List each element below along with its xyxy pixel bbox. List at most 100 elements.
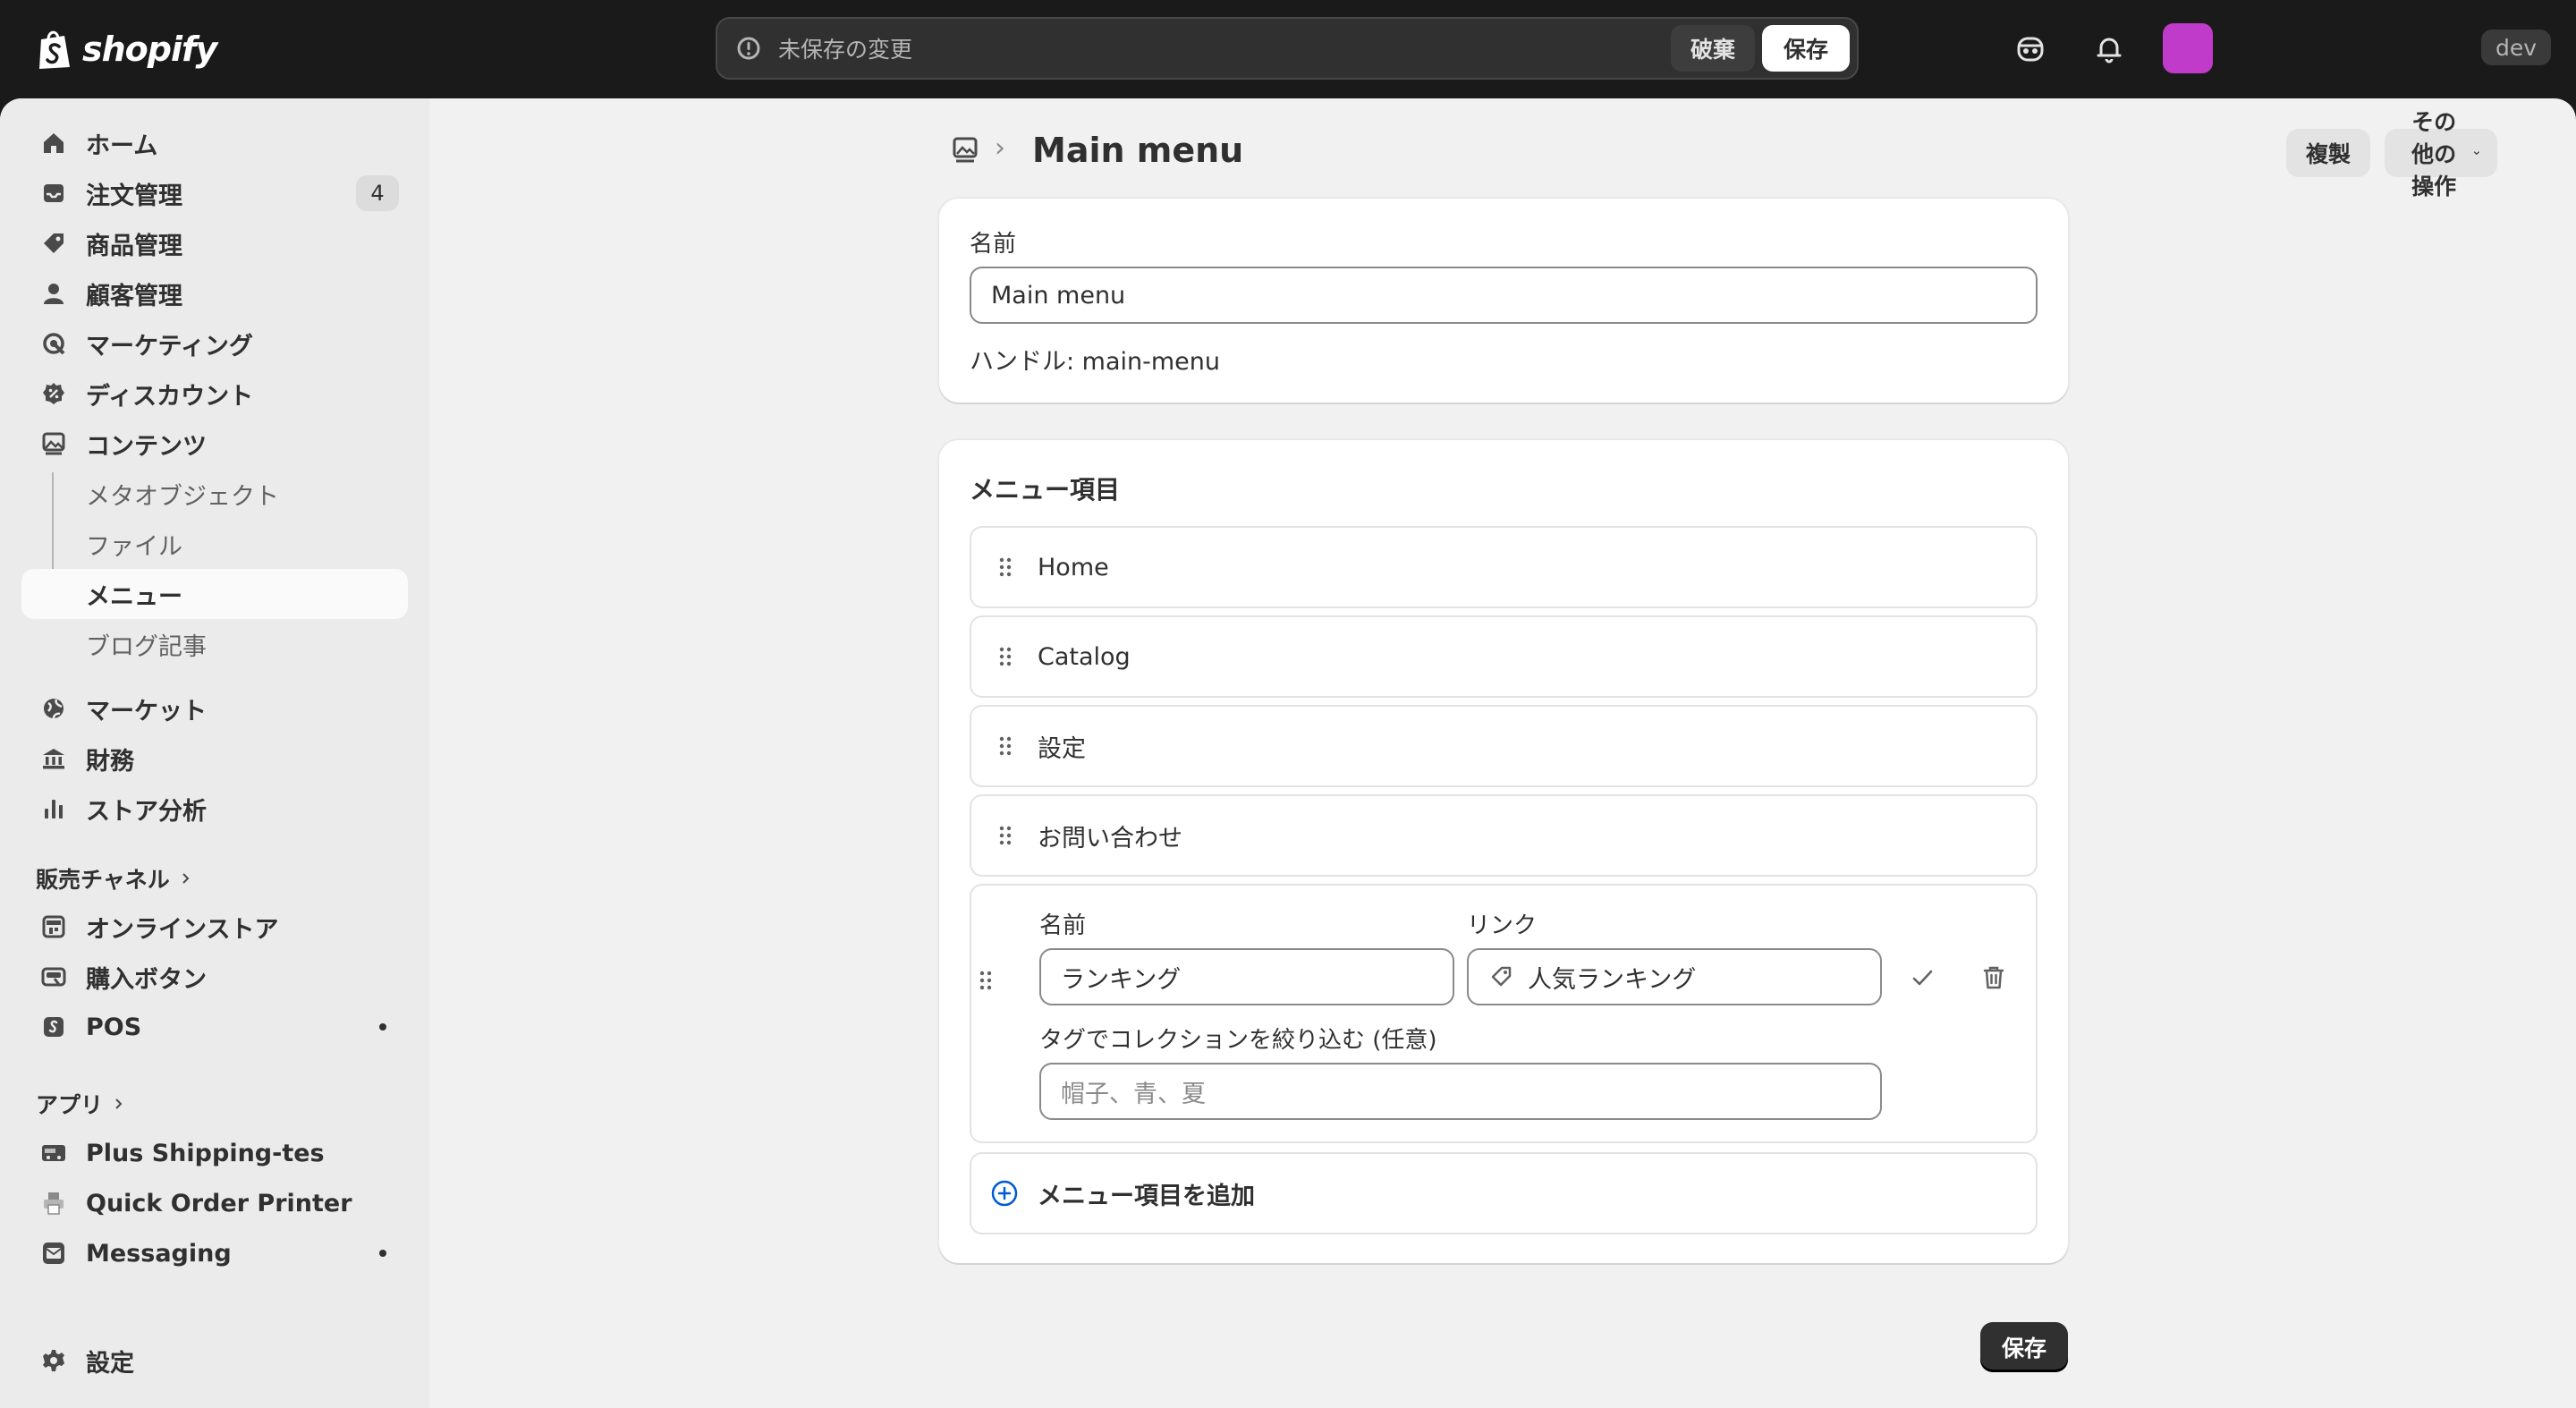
home-icon	[38, 127, 70, 159]
sidebar-item-label: 購入ボタン	[86, 965, 207, 994]
drag-handle-icon[interactable]	[996, 644, 1014, 669]
sales-channels-heading[interactable]: 販売チャネル	[36, 862, 193, 895]
sidebar-item-label: 顧客管理	[86, 282, 182, 310]
orders-count-badge: 4	[356, 175, 399, 211]
sidebar-item-label: POS	[86, 1013, 142, 1041]
chevron-down-icon	[2474, 151, 2480, 156]
sidebar-item-settings[interactable]: 設定	[21, 1336, 408, 1386]
menu-name-value: Main menu	[991, 281, 1126, 310]
sidebar-item-label: ファイル	[86, 532, 182, 561]
drag-handle-icon[interactable]	[996, 823, 1014, 848]
brand-name: shopify	[82, 30, 217, 69]
sidebar-item-label: Messaging	[86, 1239, 232, 1268]
shopify-logo[interactable]: shopify	[36, 25, 217, 73]
sidekick-icon[interactable]	[2011, 30, 2050, 69]
menu-item-label: Catalog	[1038, 642, 1131, 671]
sidebar-item-label: メタオブジェクト	[86, 482, 279, 511]
item-name-input[interactable]: ランキング	[1039, 948, 1454, 1005]
item-link-input[interactable]: 人気ランキング	[1467, 948, 1882, 1005]
sidebar-item-products[interactable]: 商品管理	[21, 218, 408, 268]
sidebar-item-label: オンラインストア	[86, 915, 279, 944]
item-link-value: 人気ランキング	[1528, 965, 1697, 994]
chart-icon	[38, 793, 70, 825]
tag-icon	[38, 227, 70, 259]
sales-channels-label: 販売チャネル	[36, 867, 170, 893]
target-icon	[38, 327, 70, 360]
inbox-icon	[38, 177, 70, 209]
sidebar-item-label: メニュー	[86, 582, 182, 611]
main-content: › Main menu 複製 その他の操作 名前 Main menu ハンドル:…	[429, 98, 2576, 1408]
sidebar-item-label: ディスカウント	[86, 382, 254, 411]
shopify-bag-icon	[39, 30, 70, 69]
content-breadcrumb-icon[interactable]	[948, 132, 984, 168]
printer-icon	[38, 1187, 70, 1219]
menu-item-row[interactable]: Catalog	[970, 615, 2038, 698]
person-icon	[38, 277, 70, 310]
sidebar-item-orders[interactable]: 注文管理 4	[21, 168, 408, 218]
check-icon[interactable]	[1907, 963, 1937, 993]
menu-name-card: 名前 Main menu ハンドル: main-menu	[939, 199, 2068, 403]
more-actions-button[interactable]: その他の操作	[2385, 109, 2497, 199]
truck-icon	[38, 1137, 70, 1169]
sidebar-item-label: マーケティング	[86, 332, 253, 360]
apps-heading[interactable]: アプリ	[36, 1088, 126, 1120]
save-button-top[interactable]: 保存	[1761, 25, 1850, 72]
sidebar-item-buy-button[interactable]: 購入ボタン	[21, 952, 408, 1002]
menu-item-row[interactable]: Home	[970, 526, 2038, 608]
sidebar-item-menus[interactable]: メニュー	[21, 569, 408, 619]
sidebar-item-metaobjects[interactable]: メタオブジェクト	[21, 469, 408, 519]
main-frame: ホーム 注文管理 4 商品管理 顧客管理 マーケティング ディスカウント コンテ…	[0, 98, 2576, 1408]
globe-icon	[38, 692, 70, 725]
trash-icon[interactable]	[1979, 963, 2009, 993]
sidebar-item-home[interactable]: ホーム	[21, 118, 408, 168]
item-name-value: ランキング	[1061, 965, 1182, 994]
top-bar: shopify 未保存の変更 破棄 保存 dev	[0, 0, 2576, 98]
sidebar: ホーム 注文管理 4 商品管理 顧客管理 マーケティング ディスカウント コンテ…	[0, 98, 429, 1408]
menu-item-label: Home	[1038, 553, 1109, 581]
bell-icon[interactable]	[2089, 30, 2129, 69]
bank-icon	[38, 742, 70, 775]
save-button-bottom[interactable]: 保存	[1980, 1322, 2069, 1372]
gear-icon	[38, 1344, 70, 1377]
menu-item-row[interactable]: お問い合わせ	[970, 794, 2038, 877]
store-icon	[38, 911, 70, 943]
duplicate-button[interactable]: 複製	[2286, 129, 2371, 177]
chevron-right-icon	[182, 873, 190, 884]
drag-handle-icon[interactable]	[977, 968, 995, 993]
plus-circle-icon	[991, 1180, 1018, 1207]
pos-icon	[38, 1011, 70, 1043]
tag-filter-input[interactable]: 帽子、青、夏	[1039, 1063, 1882, 1120]
apps-label: アプリ	[36, 1092, 104, 1118]
store-name-area[interactable]	[2224, 27, 2465, 70]
dev-badge[interactable]: dev	[2481, 30, 2552, 65]
sidebar-item-files[interactable]: ファイル	[21, 519, 408, 569]
menu-item-edit-row: 名前 ランキング リンク 人気ランキング タグでコレクションを絞り込む (任意)…	[970, 884, 2038, 1143]
drag-handle-icon[interactable]	[996, 555, 1014, 580]
handle-text: ハンドル: main-menu	[970, 348, 1221, 376]
mail-icon	[38, 1237, 70, 1269]
sidebar-item-online-store[interactable]: オンラインストア	[21, 902, 408, 952]
drag-handle-icon[interactable]	[996, 734, 1014, 759]
sidebar-item-finance[interactable]: 財務	[21, 734, 408, 784]
add-menu-item-label: メニュー項目を追加	[1038, 1182, 1255, 1210]
menu-item-row[interactable]: 設定	[970, 705, 2038, 787]
sidebar-item-analytics[interactable]: ストア分析	[21, 784, 408, 834]
sidebar-item-label: 設定	[86, 1349, 134, 1378]
store-avatar[interactable]	[2163, 23, 2213, 73]
sidebar-item-messaging[interactable]: Messaging	[21, 1228, 408, 1278]
sidebar-item-pos[interactable]: POS	[21, 1002, 408, 1052]
sidebar-item-blog-posts[interactable]: ブログ記事	[21, 619, 408, 669]
sidebar-item-quick-order-printer[interactable]: Quick Order Printer	[21, 1178, 408, 1228]
discard-button[interactable]: 破棄	[1670, 25, 1755, 72]
sidebar-item-marketing[interactable]: マーケティング	[21, 318, 408, 369]
sidebar-item-label: ストア分析	[86, 797, 207, 826]
unsaved-changes-text: 未保存の変更	[778, 37, 913, 63]
menu-name-input[interactable]: Main menu	[970, 267, 2038, 324]
sidebar-item-markets[interactable]: マーケット	[21, 683, 408, 734]
sidebar-item-discounts[interactable]: ディスカウント	[21, 369, 408, 419]
add-menu-item-button[interactable]: メニュー項目を追加	[970, 1152, 2038, 1234]
sidebar-item-content[interactable]: コンテンツ	[21, 419, 408, 469]
sidebar-item-plus-shipping[interactable]: Plus Shipping-tes	[21, 1128, 408, 1178]
sidebar-item-customers[interactable]: 顧客管理	[21, 268, 408, 318]
page-title: Main menu	[1032, 131, 1244, 170]
